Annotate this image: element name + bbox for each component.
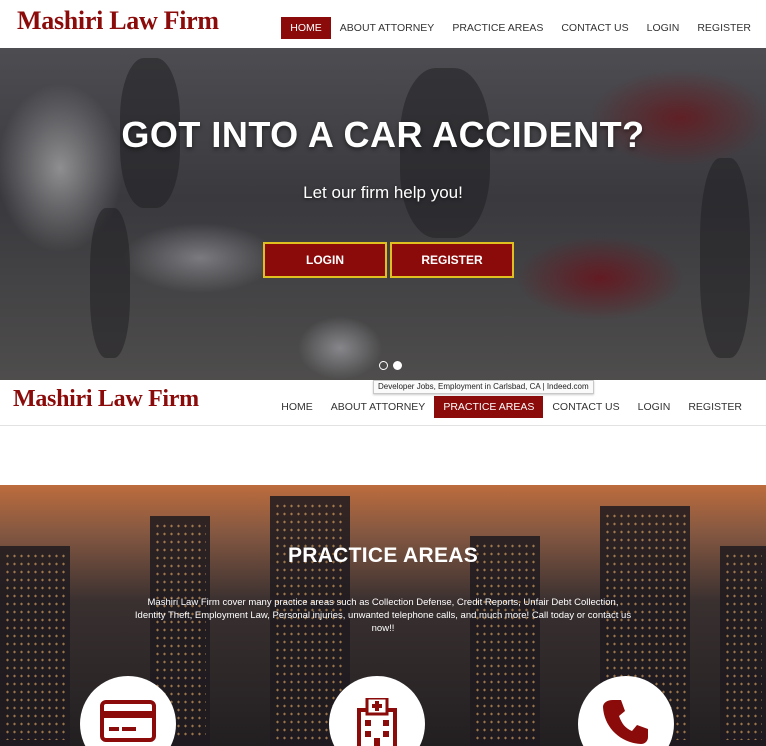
- hero-title: GOT INTO A CAR ACCIDENT?: [121, 114, 645, 155]
- nav-contact-us[interactable]: CONTACT US: [552, 17, 637, 39]
- nav-register[interactable]: REGISTER: [688, 17, 760, 39]
- sticky-nav-register[interactable]: REGISTER: [679, 396, 751, 418]
- sticky-nav-home[interactable]: HOME: [272, 396, 322, 418]
- hero-slider: GOT INTO A CAR ACCIDENT? Let our firm he…: [0, 48, 766, 380]
- phone-icon: [603, 700, 648, 744]
- sticky-nav-about-attorney[interactable]: ABOUT ATTORNEY: [322, 396, 435, 418]
- sticky-nav-menu: HOME ABOUT ATTORNEY PRACTICE AREAS CONTA…: [272, 396, 751, 418]
- sticky-nav-contact-us[interactable]: CONTACT US: [543, 396, 628, 418]
- practice-areas-title: PRACTICE AREAS: [287, 544, 479, 567]
- nav-practice-areas[interactable]: PRACTICE AREAS: [443, 17, 552, 39]
- top-navbar: Mashiri Law Firm HOME ABOUT ATTORNEY PRA…: [0, 0, 766, 48]
- practice-areas-description: Mashiri Law Firm cover many practice are…: [134, 597, 632, 634]
- hero-register-button[interactable]: REGISTER: [390, 242, 514, 278]
- hero-overlay: [0, 48, 766, 380]
- credit-card-icon: [100, 700, 156, 742]
- brand-logo[interactable]: Mashiri Law Firm: [17, 6, 219, 36]
- nav-about-attorney[interactable]: ABOUT ATTORNEY: [331, 17, 444, 39]
- city-building: [0, 546, 70, 746]
- nav-home[interactable]: HOME: [281, 17, 331, 39]
- sticky-brand-logo[interactable]: Mashiri Law Firm: [13, 386, 199, 413]
- hospital-icon: [357, 698, 397, 746]
- nav-login[interactable]: LOGIN: [638, 17, 689, 39]
- sticky-nav-practice-areas[interactable]: PRACTICE AREAS: [434, 396, 544, 418]
- link-tooltip: Developer Jobs, Employment in Carlsbad, …: [373, 380, 594, 394]
- hero-login-button[interactable]: LOGIN: [263, 242, 387, 278]
- sticky-nav-login[interactable]: LOGIN: [629, 396, 680, 418]
- top-nav-menu: HOME ABOUT ATTORNEY PRACTICE AREAS CONTA…: [281, 17, 760, 39]
- practice-areas-section: PRACTICE AREAS Mashiri Law Firm cover ma…: [0, 485, 766, 746]
- city-building: [720, 546, 766, 746]
- slide-dot-2[interactable]: [393, 361, 402, 370]
- hero-subtitle: Let our firm help you!: [303, 183, 463, 202]
- slide-dot-1[interactable]: [379, 361, 388, 370]
